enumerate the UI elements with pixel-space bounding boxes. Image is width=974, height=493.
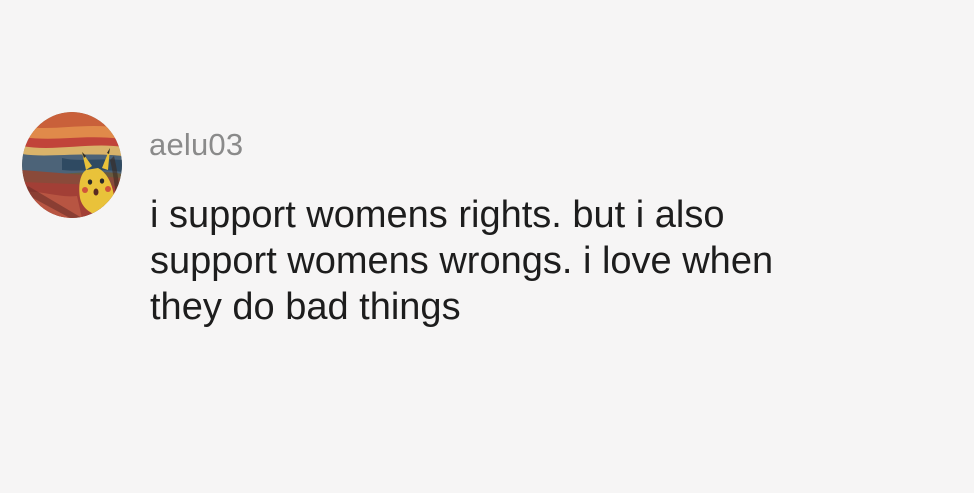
comment-text-line: they do bad things (150, 286, 461, 328)
comment-username[interactable]: aelu03 (149, 125, 243, 165)
comment-text-line: support womens wrongs. i love when (150, 240, 774, 282)
user-avatar[interactable] (22, 112, 122, 218)
scream-painting-avatar-icon (22, 112, 122, 218)
comment-text-line: i support womens rights. but i also (150, 194, 725, 236)
comment-text: i support womens rights. but i also supp… (150, 192, 962, 330)
comment-item: aelu03 i support womens rights. but i al… (22, 112, 962, 372)
